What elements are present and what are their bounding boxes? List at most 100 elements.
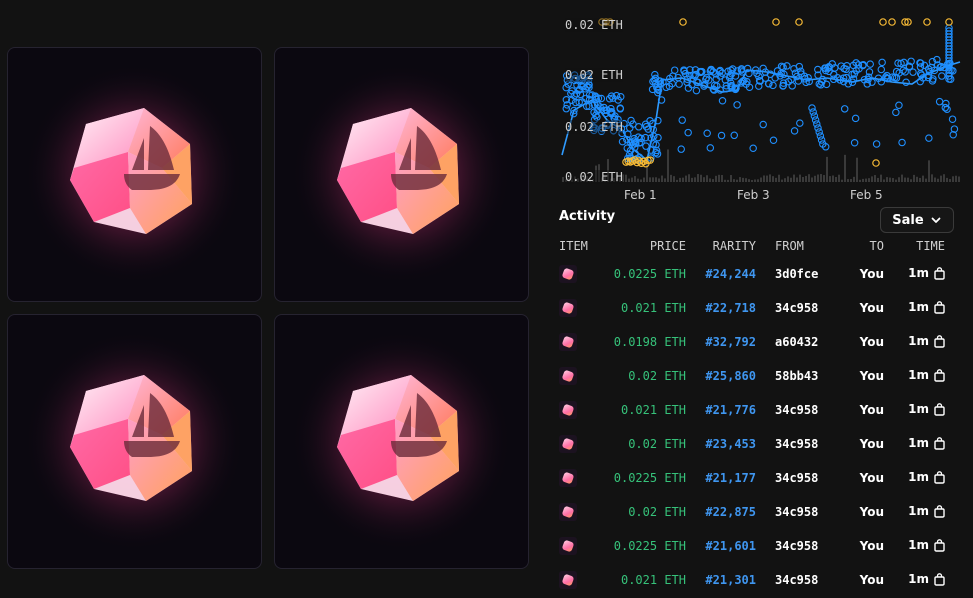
activity-row[interactable]: 0.02 ETH #22,875 34c958 You 1m <box>552 496 973 530</box>
volume-bar <box>841 179 843 182</box>
volume-bar <box>919 177 921 182</box>
time-cell[interactable]: 1m <box>908 538 945 552</box>
volume-bar <box>625 174 627 182</box>
activity-row[interactable]: 0.021 ETH #22,718 34c958 You 1m <box>552 292 973 326</box>
from-address[interactable]: 34c958 <box>775 403 818 417</box>
volume-bar <box>796 177 798 182</box>
sale-point <box>654 133 662 142</box>
activity-row[interactable]: 0.0225 ETH #21,601 34c958 You 1m <box>552 530 973 564</box>
activity-heading: Activity <box>559 209 616 224</box>
item-cell[interactable] <box>559 571 577 592</box>
item-cell[interactable] <box>559 537 577 558</box>
to-address[interactable]: You <box>860 573 884 587</box>
activity-row[interactable]: 0.0198 ETH #32,792 a60432 You 1m <box>552 326 973 360</box>
volume-bar <box>823 175 825 182</box>
time-value: 1m <box>908 572 929 586</box>
time-cell[interactable]: 1m <box>908 300 945 314</box>
rarity-cell[interactable]: #21,177 <box>705 471 756 485</box>
column-rarity[interactable]: RARITY <box>713 239 756 253</box>
volume-bar <box>871 176 873 182</box>
from-address[interactable]: 34c958 <box>775 301 818 315</box>
to-address[interactable]: You <box>860 301 884 315</box>
item-cell[interactable] <box>559 333 577 354</box>
shopping-bag-icon <box>934 368 945 382</box>
activity-row[interactable]: 0.0225 ETH #21,177 34c958 You 1m <box>552 462 973 496</box>
from-address[interactable]: 34c958 <box>775 573 818 587</box>
nft-card[interactable] <box>7 47 262 302</box>
time-cell[interactable]: 1m <box>908 572 945 586</box>
rarity-cell[interactable]: #24,244 <box>705 267 756 281</box>
item-cell[interactable] <box>559 367 577 388</box>
item-cell[interactable] <box>559 299 577 320</box>
to-address[interactable]: You <box>860 471 884 485</box>
event-filter-dropdown[interactable]: Sale <box>880 207 954 233</box>
from-address[interactable]: 34c958 <box>775 539 818 553</box>
to-address[interactable]: You <box>860 403 884 417</box>
rarity-cell[interactable]: #22,875 <box>705 505 756 519</box>
gem-artwork <box>24 64 244 284</box>
item-cell[interactable] <box>559 469 577 490</box>
rarity-cell[interactable]: #21,776 <box>705 403 756 417</box>
activity-row[interactable]: 0.02 ETH #23,453 34c958 You 1m <box>552 428 973 462</box>
from-address[interactable]: 58bb43 <box>775 369 818 383</box>
activity-row[interactable]: 0.021 ETH #21,776 34c958 You 1m <box>552 394 973 428</box>
shopping-bag-icon <box>934 266 945 280</box>
rarity-cell[interactable]: #25,860 <box>705 369 756 383</box>
to-address[interactable]: You <box>860 369 884 383</box>
rarity-cell[interactable]: #23,453 <box>705 437 756 451</box>
rarity-cell[interactable]: #21,301 <box>705 573 756 587</box>
nft-card[interactable] <box>7 314 262 569</box>
time-cell[interactable]: 1m <box>908 504 945 518</box>
to-address[interactable]: You <box>860 505 884 519</box>
to-address[interactable]: You <box>860 335 884 349</box>
shopping-bag-icon <box>934 402 945 416</box>
y-tick-label: 0.02 ETH <box>565 170 623 184</box>
item-cell[interactable] <box>559 435 577 456</box>
from-address[interactable]: 34c958 <box>775 437 818 451</box>
from-address[interactable]: a60432 <box>775 335 818 349</box>
time-cell[interactable]: 1m <box>908 334 945 348</box>
item-cell[interactable] <box>559 265 577 286</box>
volume-bar <box>766 175 768 182</box>
volume-bar <box>724 179 726 182</box>
time-cell[interactable]: 1m <box>908 436 945 450</box>
to-address[interactable]: You <box>860 267 884 281</box>
x-tick-label: Feb 1 <box>624 188 657 202</box>
rarity-cell[interactable]: #21,601 <box>705 539 756 553</box>
activity-row[interactable]: 0.021 ETH #21,301 34c958 You 1m <box>552 564 973 598</box>
volume-bar <box>829 176 831 182</box>
volume-bar <box>931 174 933 182</box>
activity-row[interactable]: 0.0225 ETH #24,244 3d0fce You 1m <box>552 258 973 292</box>
listing-point <box>872 159 880 167</box>
rarity-cell[interactable]: #22,718 <box>705 301 756 315</box>
volume-bar <box>904 177 906 182</box>
time-value: 1m <box>908 334 929 348</box>
from-address[interactable]: 3d0fce <box>775 267 818 281</box>
nft-card[interactable] <box>274 47 529 302</box>
time-cell[interactable]: 1m <box>908 402 945 416</box>
volume-bar <box>772 176 774 182</box>
item-cell[interactable] <box>559 503 577 524</box>
time-cell[interactable]: 1m <box>908 368 945 382</box>
volume-bar <box>865 178 867 182</box>
time-cell[interactable]: 1m <box>908 266 945 280</box>
time-value: 1m <box>908 266 929 280</box>
column-price[interactable]: PRICE <box>650 239 686 253</box>
volume-bar <box>808 174 810 182</box>
volume-bar <box>637 178 639 182</box>
column-time[interactable]: TIME <box>916 239 945 253</box>
volume-bar <box>907 177 909 182</box>
from-address[interactable]: 34c958 <box>775 471 818 485</box>
time-cell[interactable]: 1m <box>908 470 945 484</box>
to-address[interactable]: You <box>860 437 884 451</box>
from-address[interactable]: 34c958 <box>775 505 818 519</box>
nft-card[interactable] <box>274 314 529 569</box>
rarity-cell[interactable]: #32,792 <box>705 335 756 349</box>
item-cell[interactable] <box>559 401 577 422</box>
volume-bar <box>883 179 885 182</box>
to-address[interactable]: You <box>860 539 884 553</box>
volume-bar <box>631 177 633 182</box>
volume-bar <box>730 175 732 182</box>
activity-row[interactable]: 0.02 ETH #25,860 58bb43 You 1m <box>552 360 973 394</box>
volume-bar <box>685 175 687 182</box>
